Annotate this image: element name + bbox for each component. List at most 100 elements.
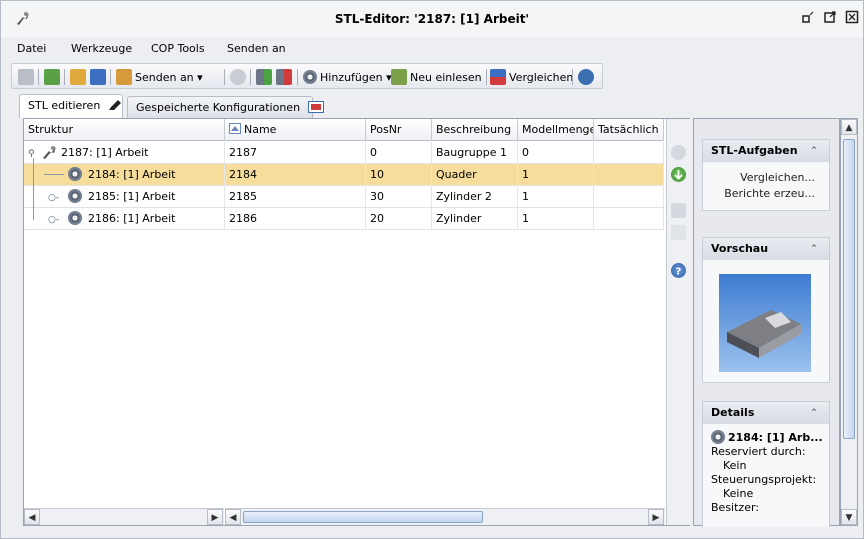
task-panel-vscrollbar[interactable]: ▲ ▼ xyxy=(840,118,858,526)
columns-hscrollbar[interactable]: ◀ ▶ xyxy=(225,508,665,525)
cell-name: 2187 xyxy=(225,142,366,164)
stl-tasks-header[interactable]: STL-Aufgaben ⌃ xyxy=(703,140,829,162)
tab-gespeicherte-konfigurationen[interactable]: Gespeicherte Konfigurationen xyxy=(127,96,324,118)
toolbar-separator xyxy=(110,69,111,85)
send-to-icon xyxy=(116,69,132,85)
preview-section: Vorschau ⌃ xyxy=(702,237,830,383)
toolbar-separator xyxy=(297,69,298,85)
cell-posnr: 30 xyxy=(366,186,432,208)
expand-toggle-icon[interactable]: ○- xyxy=(48,209,64,230)
column-header-struktur[interactable]: Struktur xyxy=(24,119,225,141)
open-button[interactable] xyxy=(70,68,89,86)
column-header-beschreibung[interactable]: Beschreibung xyxy=(432,119,518,141)
table-row[interactable]: ⚲ 2187: [1] Arbeit 2187 0 Baugruppe 1 0 xyxy=(24,142,664,164)
collapse-chevron-icon[interactable]: ⌃ xyxy=(807,242,821,256)
preview-image xyxy=(719,274,811,372)
stl-tasks-section: STL-Aufgaben ⌃ Vergleichen... Berichte e… xyxy=(702,139,830,211)
tree-remove-icon xyxy=(276,69,292,85)
scroll-left-icon[interactable]: ◀ xyxy=(24,509,40,525)
details-header[interactable]: Details ⌃ xyxy=(703,402,829,424)
restore-button[interactable] xyxy=(821,10,839,26)
send-to-button[interactable]: Senden an ▾ xyxy=(116,68,203,86)
scroll-right-icon[interactable]: ▶ xyxy=(648,509,664,525)
reload-button[interactable]: Neu einlesen xyxy=(391,68,482,86)
details-reserved-label: Reserviert durch: xyxy=(711,445,806,458)
toolbar-separator xyxy=(224,69,225,85)
cell-posnr: 10 xyxy=(366,164,432,186)
details-reserved-value: Kein xyxy=(723,459,747,472)
compare-button[interactable]: Vergleichen xyxy=(490,68,573,86)
details-item: 2184: [1] Arb... xyxy=(711,430,829,445)
tab-stl-editieren[interactable]: STL editieren xyxy=(19,94,123,118)
menu-senden-an[interactable]: Senden an xyxy=(227,42,286,55)
help-icon xyxy=(578,69,594,85)
compare-label: Vergleichen xyxy=(509,70,574,84)
move-down-button[interactable] xyxy=(671,167,686,182)
cell-name: 2185 xyxy=(225,186,366,208)
config-list-icon xyxy=(307,101,324,113)
details-item-label: 2184: [1] Arb... xyxy=(728,431,823,444)
vscroll-thumb[interactable] xyxy=(843,139,855,439)
refresh-button[interactable] xyxy=(44,68,63,86)
task-link-reports[interactable]: Berichte erzeu... xyxy=(703,186,829,202)
minimize-button[interactable] xyxy=(799,10,817,26)
scroll-down-icon[interactable]: ▼ xyxy=(841,509,857,525)
strip-help-button[interactable]: ? xyxy=(671,263,686,278)
circle-icon xyxy=(230,69,246,85)
table-row[interactable]: ○- 2185: [1] Arbeit 2185 30 Zylinder 2 1 xyxy=(24,186,664,208)
strip-disabled-button[interactable] xyxy=(671,145,686,160)
details-project-label: Steuerungsprojekt: xyxy=(711,473,817,486)
add-label: Hinzufügen ▾ xyxy=(320,70,392,84)
disabled-action-button[interactable] xyxy=(230,68,249,86)
save-icon xyxy=(18,69,34,85)
menu-cop-tools[interactable]: COP Tools xyxy=(151,42,205,55)
add-button[interactable]: Hinzufügen ▾ xyxy=(303,68,392,86)
minimize-icon xyxy=(802,11,814,23)
remove-child-button[interactable] xyxy=(276,68,295,86)
details-title: Details xyxy=(711,406,755,419)
column-header-tatsaechlich[interactable]: Tatsächlich xyxy=(594,119,664,141)
cell-tatsaechlich xyxy=(594,142,664,164)
scroll-up-icon[interactable]: ▲ xyxy=(841,119,857,135)
close-button[interactable] xyxy=(843,10,861,26)
cell-modellmenge: 1 xyxy=(518,186,594,208)
cell-struktur: ○- 2186: [1] Arbeit xyxy=(24,208,225,230)
tab-gespeicherte-konfigurationen-label: Gespeicherte Konfigurationen xyxy=(136,101,301,114)
save-config-button[interactable] xyxy=(90,68,109,86)
strip-tree-button[interactable] xyxy=(671,225,686,240)
toolbar-separator xyxy=(38,69,39,85)
scroll-right-icon[interactable]: ▶ xyxy=(207,509,223,525)
help-button[interactable] xyxy=(578,68,597,86)
save-button[interactable] xyxy=(18,68,37,86)
cell-posnr: 20 xyxy=(366,208,432,230)
collapse-chevron-icon[interactable]: ⌃ xyxy=(807,406,821,420)
menu-datei[interactable]: Datei xyxy=(17,42,46,55)
row-struktur-label: 2186: [1] Arbeit xyxy=(88,212,176,225)
details-project-value: Keine xyxy=(723,487,754,500)
struktur-hscrollbar[interactable]: ◀ ▶ xyxy=(24,508,224,525)
menu-werkzeuge[interactable]: Werkzeuge xyxy=(71,42,132,55)
scroll-left-icon[interactable]: ◀ xyxy=(225,509,241,525)
expand-toggle-icon[interactable]: ○- xyxy=(48,187,64,208)
stl-tasks-title: STL-Aufgaben xyxy=(711,144,798,157)
part-icon xyxy=(711,430,725,444)
collapse-chevron-icon[interactable]: ⌃ xyxy=(807,144,821,158)
table-row[interactable]: ○- 2186: [1] Arbeit 2186 20 Zylinder 1 xyxy=(24,208,664,230)
strip-list-button[interactable] xyxy=(671,203,686,218)
column-header-posnr[interactable]: PosNr xyxy=(366,119,432,141)
preview-header[interactable]: Vorschau ⌃ xyxy=(703,238,829,260)
table-header: Struktur Name PosNr Beschreibung Modellm… xyxy=(24,119,664,141)
cell-modellmenge: 1 xyxy=(518,164,594,186)
task-link-compare[interactable]: Vergleichen... xyxy=(703,170,829,186)
send-to-label: Senden an ▾ xyxy=(135,70,203,84)
toolbar-separator xyxy=(486,69,487,85)
column-header-modellmenge[interactable]: Modellmenge xyxy=(518,119,594,141)
cell-struktur: ⚲ 2187: [1] Arbeit xyxy=(24,142,225,164)
column-header-name[interactable]: Name xyxy=(225,119,366,141)
structure-table: Struktur Name PosNr Beschreibung Modellm… xyxy=(23,118,690,526)
part-icon xyxy=(67,211,82,225)
reload-label: Neu einlesen xyxy=(410,70,482,84)
hscroll-thumb[interactable] xyxy=(243,511,483,523)
add-child-button[interactable] xyxy=(256,68,275,86)
table-row-selected[interactable]: 2184: [1] Arbeit 2184 10 Quader 1 xyxy=(24,164,664,186)
